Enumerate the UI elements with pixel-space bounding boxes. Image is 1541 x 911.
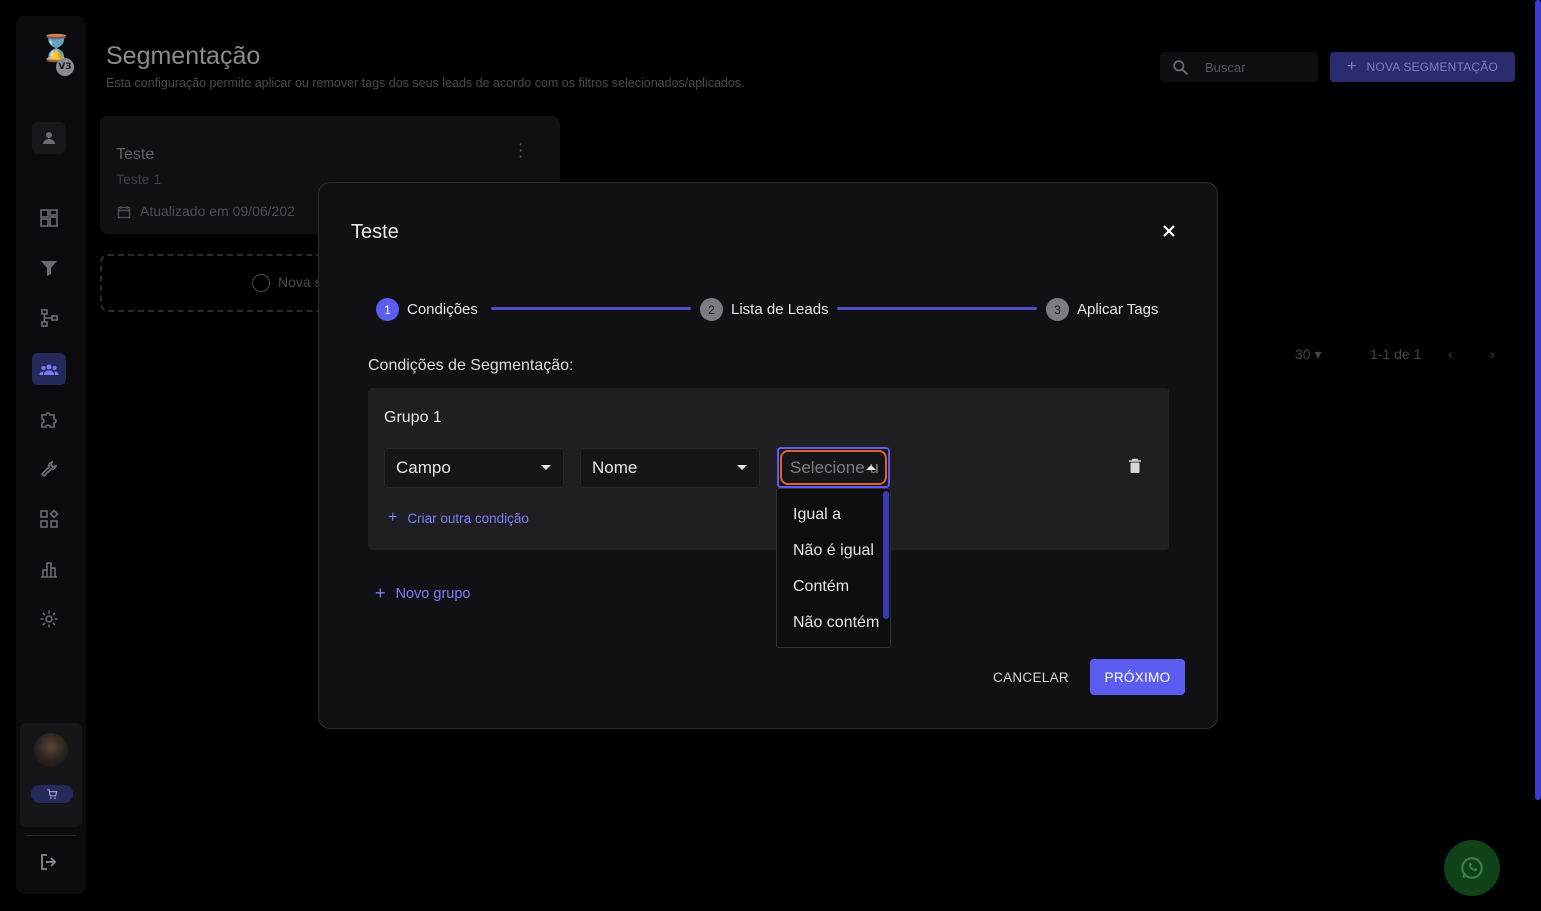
add-group-button[interactable]: + Novo grupo: [375, 583, 470, 604]
step-number: 1: [376, 298, 399, 321]
users-group-icon[interactable]: [32, 353, 66, 385]
search-icon: [1173, 59, 1189, 75]
bar-chart-icon[interactable]: [32, 553, 66, 585]
next-button[interactable]: PRÓXIMO: [1090, 659, 1185, 695]
page-title: Segmentação: [106, 42, 261, 70]
gear-icon[interactable]: [32, 603, 66, 635]
dropdown-option[interactable]: Não contém: [793, 614, 879, 632]
add-condition-button[interactable]: + Criar outra condição: [388, 509, 529, 527]
segmentation-modal: Teste 1 Condições 2 Lista de Leads 3 Apl…: [318, 182, 1218, 729]
sidebar-divider: [26, 835, 76, 836]
field-type-select[interactable]: Campo: [384, 448, 564, 488]
calendar-icon: [117, 206, 131, 219]
close-icon[interactable]: [1161, 223, 1177, 239]
step-connector: [491, 307, 691, 310]
chevron-down-icon: [541, 465, 551, 470]
plus-icon: +: [375, 583, 386, 603]
group-title: Grupo 1: [384, 409, 442, 426]
step-connector: [837, 307, 1037, 310]
cancel-button[interactable]: CANCELAR: [985, 659, 1077, 695]
step-label: Condições: [407, 301, 478, 318]
new-card-label: Nova s: [278, 274, 322, 290]
field-type-value: Campo: [396, 458, 451, 477]
modal-title: Teste: [351, 221, 399, 243]
app-logo[interactable]: ⌛ V3: [30, 30, 74, 76]
logout-icon[interactable]: [32, 846, 66, 878]
step-number: 2: [700, 298, 723, 321]
card-title: Teste: [116, 146, 155, 163]
per-page-value: 30: [1295, 346, 1311, 362]
sidebar: ⌛ V3: [16, 16, 86, 894]
cart-button[interactable]: [31, 785, 73, 803]
new-segmentation-card[interactable]: Nova s: [100, 254, 340, 312]
condition-group: Grupo 1 Campo Nome + Criar outra condiçã…: [368, 388, 1169, 550]
field-name-value: Nome: [592, 458, 638, 477]
chevron-left-icon[interactable]: ‹: [1448, 346, 1453, 362]
wrench-icon[interactable]: [32, 453, 66, 485]
dropdown-scrollbar[interactable]: [883, 491, 889, 619]
flow-icon[interactable]: [32, 302, 66, 334]
whatsapp-icon: [1461, 857, 1483, 879]
dashboard-icon[interactable]: [32, 202, 66, 234]
dropdown-option[interactable]: Não é igual: [793, 542, 874, 560]
add-group-label: Novo grupo: [395, 585, 471, 602]
search-box[interactable]: [1160, 52, 1318, 82]
trash-icon[interactable]: [1128, 458, 1142, 474]
user-block: [20, 723, 82, 827]
new-segmentation-button[interactable]: + NOVA SEGMENTAÇÃO: [1330, 52, 1515, 82]
chevron-up-icon: [866, 465, 876, 470]
page-scrollbar[interactable]: [1535, 0, 1541, 800]
new-segmentation-label: NOVA SEGMENTAÇÃO: [1366, 60, 1498, 74]
card-subtitle: Teste 1: [116, 171, 162, 187]
field-name-select[interactable]: Nome: [580, 448, 760, 488]
chevron-right-icon[interactable]: ›: [1490, 346, 1495, 362]
page-range: 1-1 de 1: [1370, 346, 1422, 362]
search-input[interactable]: [1205, 59, 1305, 75]
add-condition-label: Criar outra condição: [407, 510, 529, 526]
step-number: 3: [1046, 298, 1069, 321]
step-label: Lista de Leads: [731, 301, 829, 318]
page-subtitle: Esta configuração permite aplicar ou rem…: [106, 76, 745, 90]
avatar[interactable]: [34, 733, 68, 767]
more-vert-icon[interactable]: · · ·: [518, 137, 523, 165]
conditions-section-label: Condições de Segmentação:: [368, 357, 574, 374]
per-page-select[interactable]: 30 ▾: [1295, 346, 1322, 363]
dropdown-option[interactable]: Igual a: [793, 506, 841, 524]
puzzle-icon[interactable]: [32, 403, 66, 435]
step-conditions[interactable]: 1 Condições: [376, 298, 478, 321]
step-apply-tags[interactable]: 3 Aplicar Tags: [1046, 298, 1158, 321]
dropdown-option[interactable]: Contém: [793, 578, 849, 596]
plus-icon: +: [388, 509, 398, 526]
apps-icon[interactable]: [32, 503, 66, 535]
plus-icon: +: [1347, 58, 1357, 75]
profile-icon[interactable]: [32, 122, 66, 154]
whatsapp-button[interactable]: [1444, 840, 1500, 896]
add-circle-icon: [252, 274, 270, 292]
filter-icon[interactable]: [32, 252, 66, 284]
cart-icon: [47, 789, 58, 800]
step-leads-list[interactable]: 2 Lista de Leads: [700, 298, 829, 321]
version-badge: V3: [56, 58, 74, 76]
card-updated: Atualizado em 09/06/202: [140, 203, 295, 219]
step-label: Aplicar Tags: [1077, 301, 1159, 318]
operator-dropdown: Igual a Não é igual Contém Não contém: [776, 488, 891, 648]
chevron-down-icon: [737, 465, 747, 470]
operator-select[interactable]: [777, 447, 890, 488]
